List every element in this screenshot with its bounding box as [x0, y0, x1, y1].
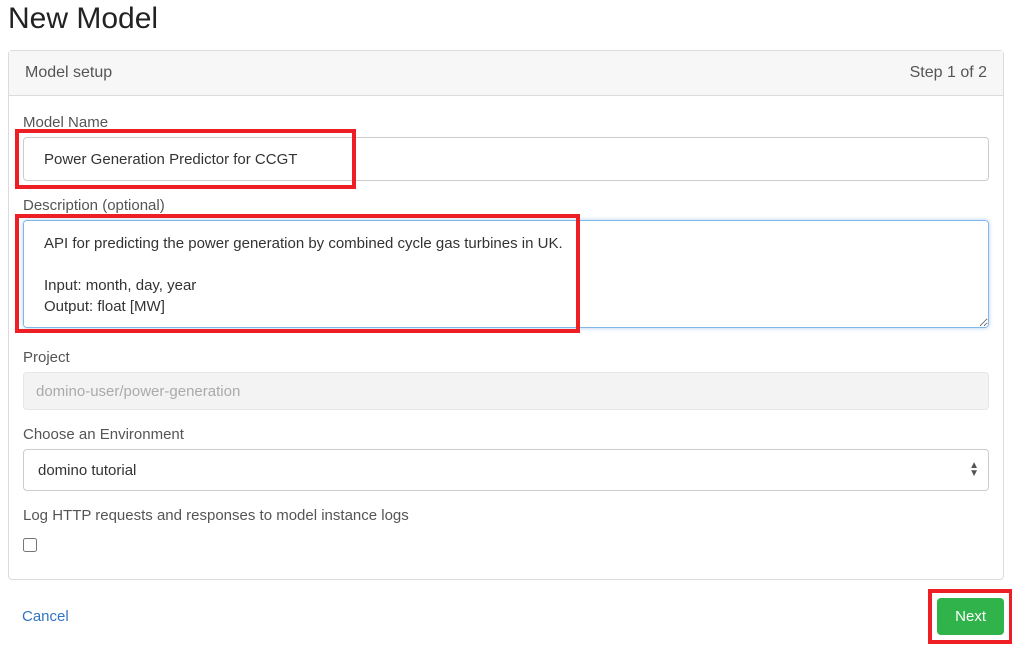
- environment-select[interactable]: domino tutorial: [23, 449, 989, 491]
- description-textarea[interactable]: API for predicting the power generation …: [23, 220, 989, 328]
- project-group: Project: [23, 349, 989, 410]
- environment-label: Choose an Environment: [23, 426, 989, 443]
- next-button[interactable]: Next: [937, 598, 1004, 635]
- model-name-label: Model Name: [23, 114, 989, 131]
- wizard-body: Model Name Description (optional) API fo…: [9, 96, 1003, 579]
- cancel-button[interactable]: Cancel: [22, 608, 69, 625]
- project-label: Project: [23, 349, 989, 366]
- step-indicator: Step 1 of 2: [910, 64, 987, 82]
- page-title: New Model: [0, 0, 1012, 50]
- description-group: Description (optional) API for predictin…: [23, 197, 989, 333]
- log-http-group: Log HTTP requests and responses to model…: [23, 507, 989, 557]
- model-name-input[interactable]: [23, 137, 989, 181]
- wizard-footer: Cancel Next: [0, 580, 1012, 647]
- wizard-header: Model setup Step 1 of 2: [9, 51, 1003, 96]
- description-label: Description (optional): [23, 197, 989, 214]
- model-name-group: Model Name: [23, 114, 989, 181]
- panel-title: Model setup: [25, 64, 112, 82]
- environment-group: Choose an Environment domino tutorial ▲▼: [23, 426, 989, 491]
- log-http-checkbox[interactable]: [23, 538, 37, 552]
- log-http-label: Log HTTP requests and responses to model…: [23, 507, 989, 524]
- project-input: [23, 372, 989, 410]
- wizard-card: Model setup Step 1 of 2 Model Name Descr…: [8, 50, 1004, 580]
